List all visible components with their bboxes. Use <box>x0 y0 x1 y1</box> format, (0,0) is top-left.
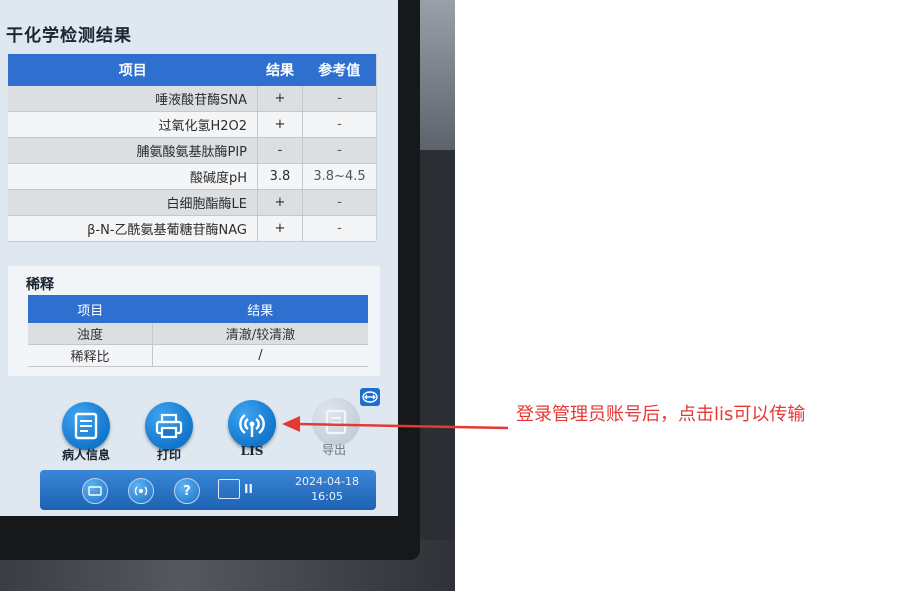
status-time: 16:05 <box>311 490 343 503</box>
print-label: 打印 <box>156 448 181 462</box>
row-result: 清澈/较清澈 <box>151 323 368 345</box>
table-row[interactable]: β-N-乙酰氨基葡糖苷酶NAG + - <box>8 215 376 242</box>
photo: 干化学检测结果 项目 结果 参考值 唾液酸苷酶SNA + - 过氧化氢H2O2 … <box>0 0 455 591</box>
row-result: + <box>257 189 303 216</box>
status-date: 2024-04-18 <box>295 475 359 488</box>
results-table: 项目 结果 参考值 唾液酸苷酶SNA + - 过氧化氢H2O2 + - 脯氨酸氨… <box>8 54 376 242</box>
header-reference: 参考值 <box>302 54 376 86</box>
double-arrow-icon <box>362 391 378 403</box>
lis-label: LIS <box>240 444 264 458</box>
row-reference: - <box>302 137 376 164</box>
results-panel: 项目 结果 参考值 唾液酸苷酶SNA + - 过氧化氢H2O2 + - 脯氨酸氨… <box>8 54 377 242</box>
background-wall <box>415 0 455 150</box>
status-bar: ? II 2024-04-18 16:05 <box>40 470 376 510</box>
network-icon[interactable] <box>82 478 108 504</box>
lis-status-icon[interactable] <box>128 478 154 504</box>
row-name: β-N-乙酰氨基葡糖苷酶NAG <box>8 215 258 242</box>
row-reference: 3.8~4.5 <box>302 163 376 190</box>
row-result: + <box>257 111 303 138</box>
dilution-title: 稀释 <box>26 277 54 293</box>
row-name: 酸碱度pH <box>8 163 258 190</box>
row-reference: - <box>302 111 376 138</box>
row-result: 3.8 <box>257 163 303 190</box>
tray-icon[interactable] <box>218 479 240 499</box>
patient-info-label: 病人信息 <box>61 448 110 462</box>
table-row[interactable]: 浊度 清澈/较清澈 <box>28 323 368 345</box>
patient-info-button[interactable] <box>62 402 110 450</box>
device-screen: 干化学检测结果 项目 结果 参考值 唾液酸苷酶SNA + - 过氧化氢H2O2 … <box>0 0 398 516</box>
row-name: 脯氨酸氨基肽酶PIP <box>8 137 258 164</box>
printer-icon <box>155 413 183 439</box>
row-name: 浊度 <box>28 323 153 345</box>
export-label: 导出 <box>321 443 346 457</box>
row-result: + <box>257 86 303 112</box>
export-button[interactable] <box>312 398 360 446</box>
row-reference: - <box>302 86 376 112</box>
export-document-icon <box>325 409 347 435</box>
monitor-bezel: 干化学检测结果 项目 结果 参考值 唾液酸苷酶SNA + - 过氧化氢H2O2 … <box>0 0 420 560</box>
header-result: 结果 <box>257 54 303 86</box>
header-result: 结果 <box>152 295 368 323</box>
status-indicator: II <box>244 482 253 496</box>
document-icon <box>74 412 98 440</box>
print-button[interactable] <box>145 402 193 450</box>
row-result: - <box>257 137 303 164</box>
help-icon[interactable]: ? <box>174 478 200 504</box>
table-row[interactable]: 酸碱度pH 3.8 3.8~4.5 <box>8 163 376 190</box>
row-reference: - <box>302 189 376 216</box>
row-result: / <box>151 344 368 367</box>
row-name: 稀释比 <box>28 344 153 367</box>
row-result: + <box>257 215 303 242</box>
antenna-signal-icon <box>239 414 265 437</box>
page-title: 干化学检测结果 <box>6 26 132 46</box>
status-datetime: 2024-04-18 16:05 <box>284 474 370 504</box>
table-row[interactable]: 过氧化氢H2O2 + - <box>8 111 376 138</box>
dilution-table: 项目 结果 浊度 清澈/较清澈 稀释比 / <box>28 295 368 367</box>
dilution-panel: 稀释 项目 结果 浊度 清澈/较清澈 稀释比 / <box>8 266 380 376</box>
row-reference: - <box>302 215 376 242</box>
header-item: 项目 <box>8 54 258 86</box>
side-toggle-button[interactable] <box>360 388 380 406</box>
row-name: 白细胞酯酶LE <box>8 189 258 216</box>
table-row[interactable]: 白细胞酯酶LE + - <box>8 189 376 216</box>
header-item: 项目 <box>28 295 153 323</box>
table-row[interactable]: 稀释比 / <box>28 344 368 367</box>
lis-button[interactable] <box>228 400 276 448</box>
table-row[interactable]: 唾液酸苷酶SNA + - <box>8 86 376 112</box>
table-row[interactable]: 脯氨酸氨基肽酶PIP - - <box>8 137 376 164</box>
row-name: 唾液酸苷酶SNA <box>8 86 258 112</box>
row-name: 过氧化氢H2O2 <box>8 111 258 138</box>
annotation-text: 登录管理员账号后，点击lis可以传输 <box>516 404 806 425</box>
